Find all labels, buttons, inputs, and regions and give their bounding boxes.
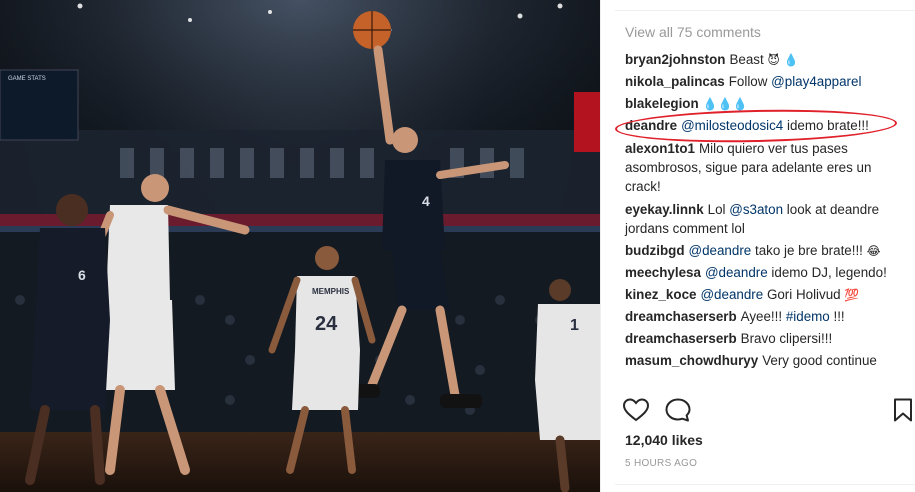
comment-username[interactable]: alexon1to1	[625, 141, 695, 156]
comment-username[interactable]: nikola_palincas	[625, 74, 725, 89]
comment-item: dreamchaserserb Ayee!!! #idemo !!!	[625, 306, 910, 328]
mention-link[interactable]: @s3aton	[729, 202, 783, 217]
emoji-laughing-icon: 😂	[866, 244, 881, 258]
mention-link[interactable]: @milosteodosic4	[681, 118, 783, 133]
emoji-hundred-icon: 💯	[844, 288, 860, 302]
comment-list: bryan2johnston Beast 😈 💧 nikola_palincas F…	[614, 49, 910, 372]
comment-item: bryan2johnston Beast 😈 💧	[625, 49, 910, 71]
mention-link[interactable]: @play4apparel	[771, 74, 861, 89]
comment-text-after: !!!	[829, 309, 845, 324]
comment-text: Ayee!!!	[740, 309, 786, 324]
svg-text:24: 24	[315, 313, 338, 335]
svg-text:4: 4	[422, 193, 430, 209]
heart-outline-icon[interactable]	[622, 398, 650, 427]
basketball-photo-illustration: GAME STATS 4 MEMPHIS 24 6 1	[0, 0, 600, 492]
comment-text: Bravo clipersi!!!	[740, 331, 833, 346]
mention-link[interactable]: @deandre	[689, 243, 752, 258]
comment-username[interactable]: masum_chowdhuryy	[625, 353, 758, 368]
bookmark-icon[interactable]	[893, 398, 913, 427]
post-photo[interactable]: GAME STATS 4 MEMPHIS 24 6 1	[0, 0, 600, 492]
comment-text: Lol	[707, 202, 730, 217]
comment-item: nikola_palincas Follow @play4apparel	[625, 71, 910, 93]
svg-text:1: 1	[570, 317, 579, 334]
post-timestamp[interactable]: 5 HOURS AGO	[625, 458, 697, 469]
comments-panel: View all 75 comments bryan2johnston Beast…	[600, 0, 915, 492]
hashtag-link[interactable]: #idemo	[786, 309, 830, 324]
comment-item: alexon1to1 Milo quiero ver tus pases asom…	[625, 137, 910, 198]
divider	[615, 484, 915, 485]
comment-item: budzibgd @deandre tako je bre brate!!! 😂	[625, 240, 910, 262]
comment-text: Beast	[729, 52, 764, 67]
comment-username[interactable]: bryan2johnston	[625, 52, 725, 67]
comment-username[interactable]: meechylesa	[625, 265, 701, 280]
comment-item: meechylesa @deandre idemo DJ, legendo!	[625, 262, 910, 284]
comment-text: Very good continue	[762, 353, 877, 368]
comment-item: eyekay.linnk Lol @s3aton look at deandre …	[625, 198, 910, 240]
comment-text: idemo brate!!!	[783, 118, 869, 133]
comment-item: masum_chowdhuryy Very good continue	[625, 350, 910, 372]
comment-item: kinez_koce @deandre Gori Holivud 💯	[625, 284, 910, 306]
svg-text:MEMPHIS: MEMPHIS	[312, 287, 350, 296]
likes-count[interactable]: 12,040 likes	[625, 432, 703, 448]
comment-item-highlighted: deandre @milosteodosic4 idemo brate!!!	[614, 107, 910, 145]
comment-text: Follow	[728, 74, 772, 89]
arena-sign-text: GAME STATS	[8, 76, 46, 82]
comment-text: idemo DJ, legendo!	[767, 265, 887, 280]
comment-username[interactable]: dreamchaserserb	[625, 331, 737, 346]
emoji-devil-icon: 😈 💧	[767, 53, 799, 67]
comment-username[interactable]: budzibgd	[625, 243, 685, 258]
speech-bubble-icon[interactable]	[665, 398, 691, 427]
comment-username[interactable]: blakelegion	[625, 96, 699, 111]
comment-username[interactable]: dreamchaserserb	[625, 309, 737, 324]
comment-item: dreamchaserserb Bravo clipersi!!!	[625, 328, 910, 350]
comment-username[interactable]: eyekay.linnk	[625, 202, 704, 217]
view-all-comments-link[interactable]: View all 75 comments	[625, 24, 761, 40]
comment-text: Gori Holivud	[763, 287, 845, 302]
emoji-droplets-icon: 💧💧💧	[702, 97, 748, 111]
divider	[615, 10, 915, 11]
svg-text:6: 6	[78, 267, 86, 283]
comment-item: blakelegion 💧💧💧	[625, 93, 910, 115]
comment-username[interactable]: deandre	[625, 118, 677, 133]
mention-link[interactable]: @deandre	[700, 287, 763, 302]
mention-link[interactable]: @deandre	[705, 265, 768, 280]
comment-text: tako je bre brate!!!	[751, 243, 867, 258]
post-actions-bar	[622, 398, 913, 427]
comment-username[interactable]: kinez_koce	[625, 287, 696, 302]
